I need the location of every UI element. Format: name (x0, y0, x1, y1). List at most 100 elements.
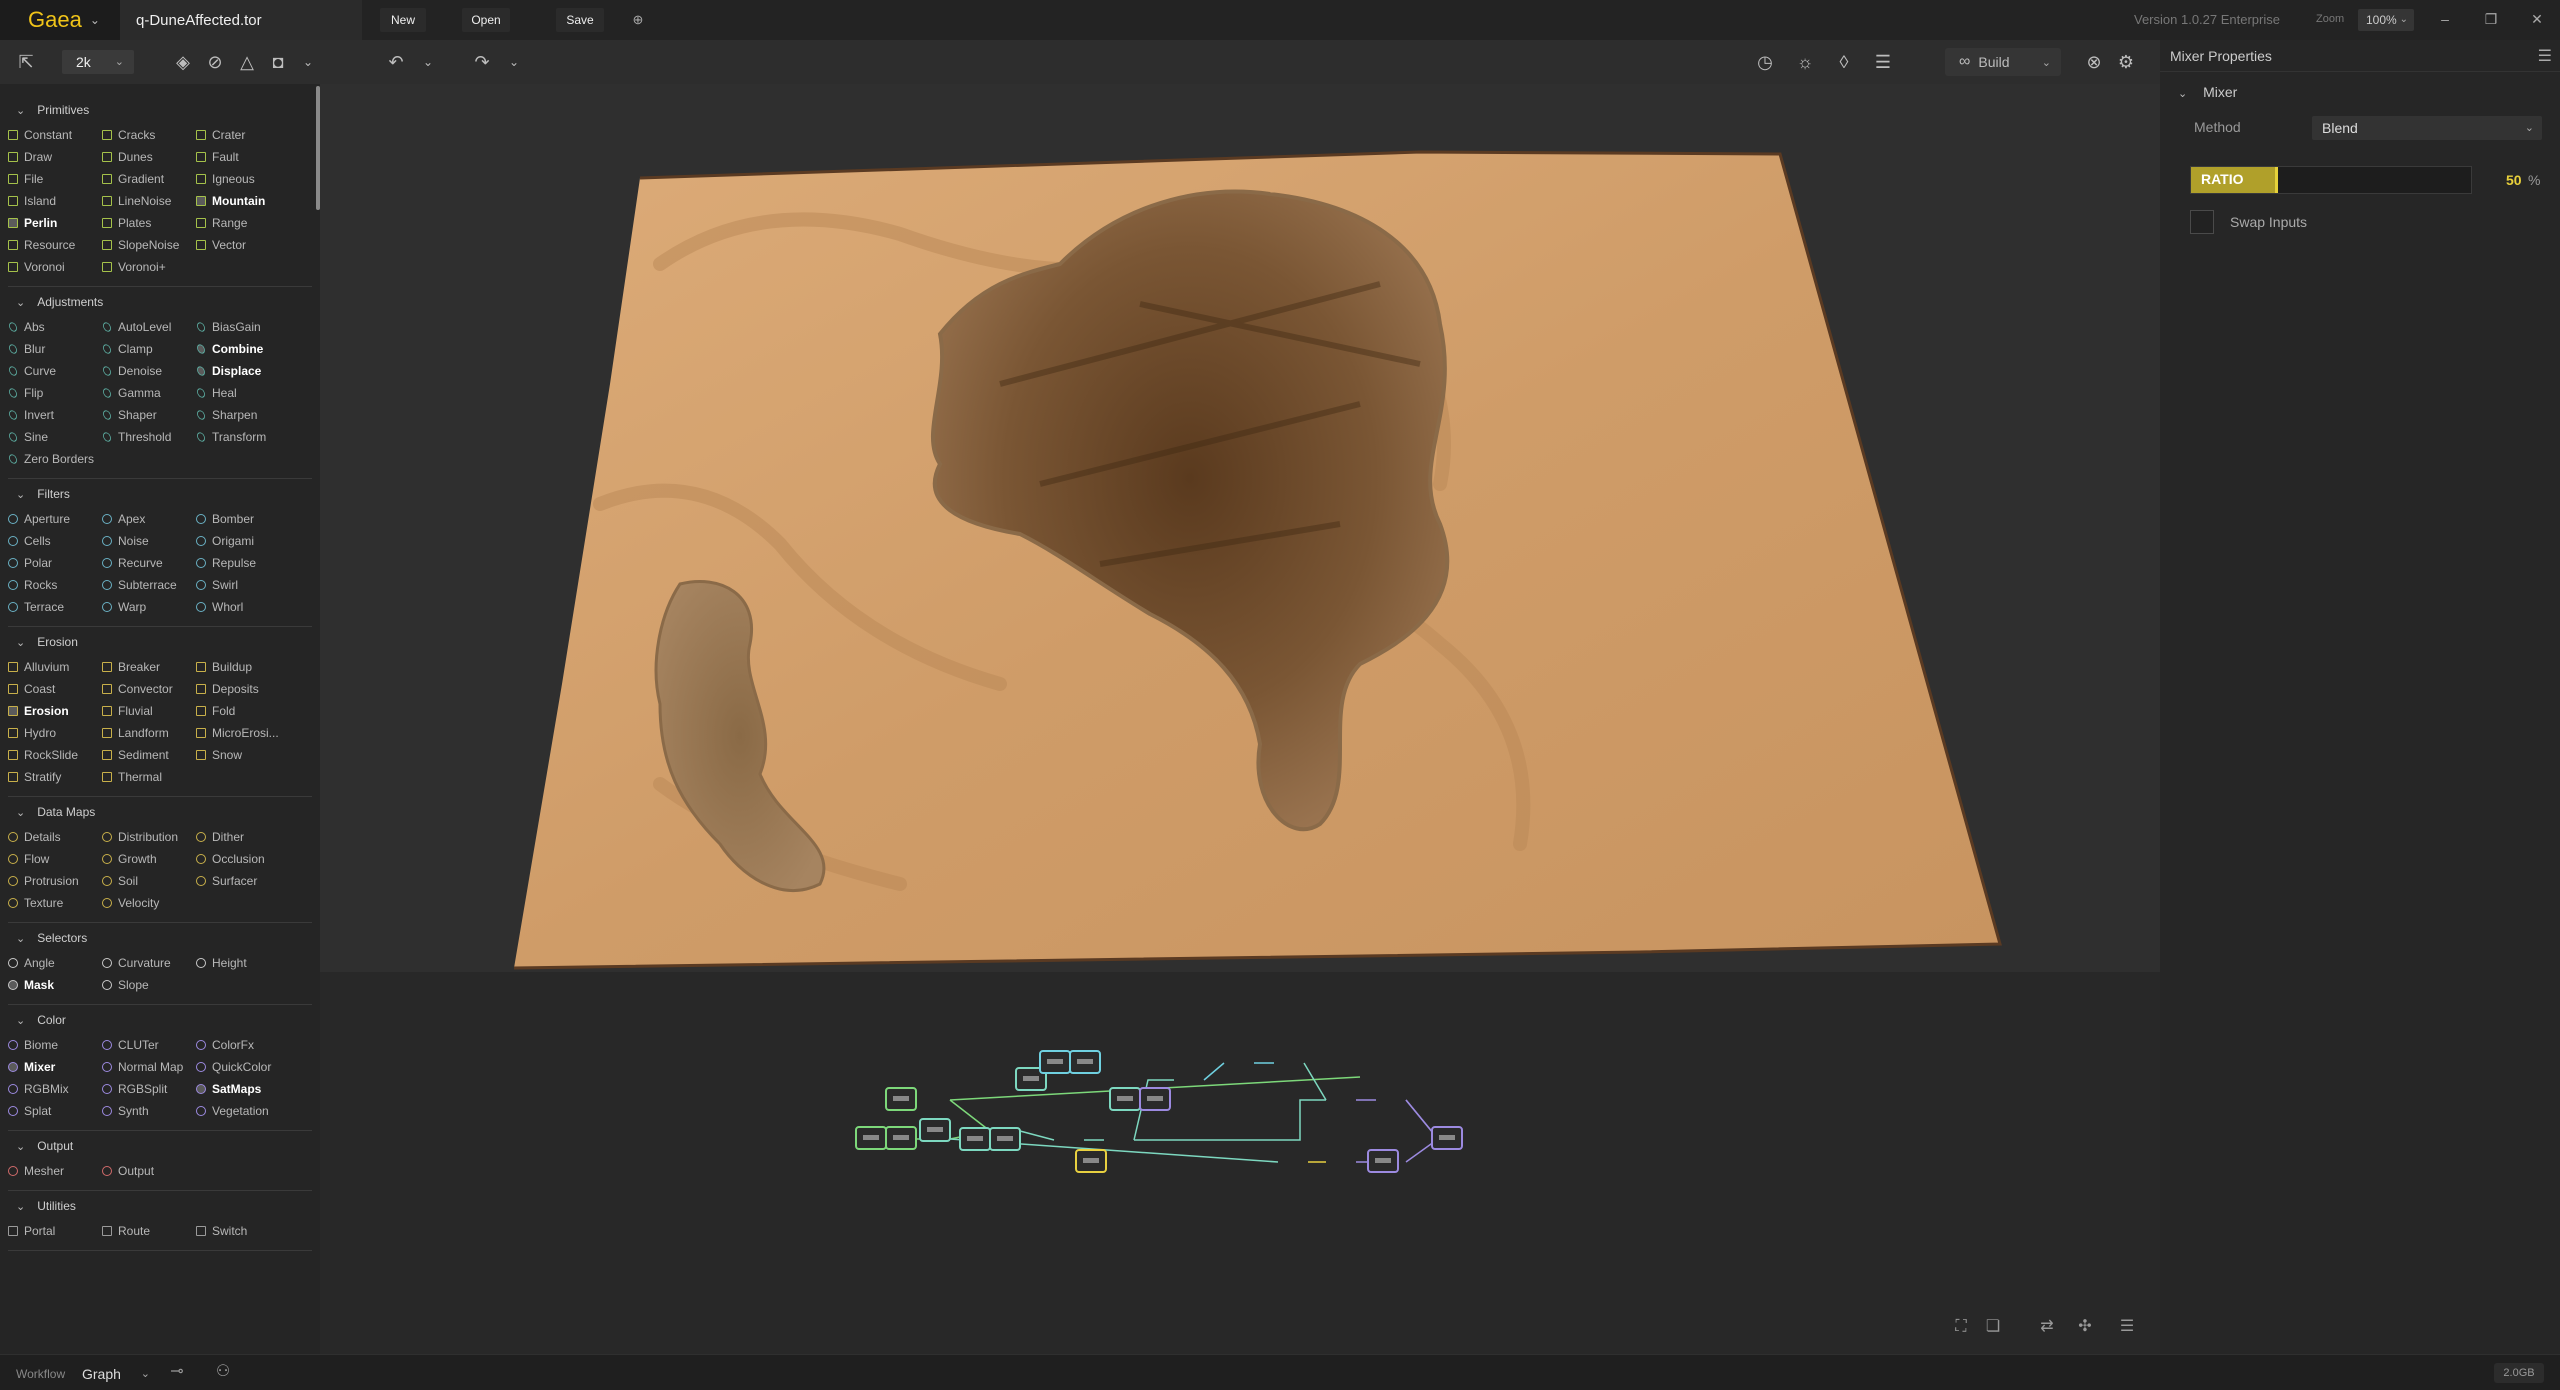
node-item-zero-borders[interactable]: Zero Borders (8, 448, 102, 470)
node-item-switch[interactable]: Switch (196, 1220, 290, 1242)
node-item-slope[interactable]: Slope (102, 974, 196, 996)
graph-node[interactable] (1069, 1050, 1101, 1074)
node-item-thermal[interactable]: Thermal (102, 766, 196, 788)
category-header[interactable]: ⌄ Selectors (0, 928, 320, 948)
node-item-distribution[interactable]: Distribution (102, 826, 196, 848)
node-item-flow[interactable]: Flow (8, 848, 102, 870)
menu-icon[interactable]: ☰ (2116, 1316, 2138, 1338)
node-item-heal[interactable]: Heal (196, 382, 290, 404)
node-item-convector[interactable]: Convector (102, 678, 196, 700)
node-item-landform[interactable]: Landform (102, 722, 196, 744)
category-header[interactable]: ⌄ Utilities (0, 1196, 320, 1216)
node-item-sine[interactable]: Sine (8, 426, 102, 448)
graph-node[interactable] (1367, 1149, 1399, 1173)
node-item-colorfx[interactable]: ColorFx (196, 1034, 290, 1056)
node-item-occlusion[interactable]: Occlusion (196, 848, 290, 870)
node-item-repulse[interactable]: Repulse (196, 552, 290, 574)
graph-node[interactable] (1075, 1149, 1107, 1173)
node-item-erosion[interactable]: Erosion (8, 700, 102, 722)
ratio-value[interactable]: 50 (2506, 172, 2522, 188)
node-item-output[interactable]: Output (102, 1160, 196, 1182)
category-header[interactable]: ⌄ Filters (0, 484, 320, 504)
node-item-satmaps[interactable]: SatMaps (196, 1078, 290, 1100)
node-item-breaker[interactable]: Breaker (102, 656, 196, 678)
minimize-icon[interactable]: – (2434, 8, 2456, 30)
graph-node[interactable] (1139, 1087, 1171, 1111)
node-item-displace[interactable]: Displace (196, 360, 290, 382)
node-item-flip[interactable]: Flip (8, 382, 102, 404)
node-item-vegetation[interactable]: Vegetation (196, 1100, 290, 1122)
export-icon[interactable]: ⇱ (14, 50, 38, 74)
node-item-dunes[interactable]: Dunes (102, 146, 196, 168)
node-item-protrusion[interactable]: Protrusion (8, 870, 102, 892)
category-header[interactable]: ⌄ Adjustments (0, 292, 320, 312)
node-item-polar[interactable]: Polar (8, 552, 102, 574)
node-item-gamma[interactable]: Gamma (102, 382, 196, 404)
copy-icon[interactable]: ❏ (1982, 1316, 2004, 1338)
graph-node[interactable] (919, 1118, 951, 1142)
node-item-shaper[interactable]: Shaper (102, 404, 196, 426)
node-item-apex[interactable]: Apex (102, 508, 196, 530)
open-button[interactable]: Open (462, 8, 510, 32)
node-item-biome[interactable]: Biome (8, 1034, 102, 1056)
node-item-buildup[interactable]: Buildup (196, 656, 290, 678)
node-item-rocks[interactable]: Rocks (8, 574, 102, 596)
chevron-down-icon[interactable]: ⌄ (296, 50, 320, 74)
redo-icon[interactable]: ↷ (470, 50, 494, 74)
node-item-biasgain[interactable]: BiasGain (196, 316, 290, 338)
workflow-select[interactable]: Graph ⌄ (82, 1363, 152, 1385)
category-header[interactable]: ⌄ Erosion (0, 632, 320, 652)
node-item-rockslide[interactable]: RockSlide (8, 744, 102, 766)
graph-node[interactable] (989, 1127, 1021, 1151)
node-item-microerosi-[interactable]: MicroErosi... (196, 722, 290, 744)
save-button[interactable]: Save (556, 8, 604, 32)
node-item-fault[interactable]: Fault (196, 146, 290, 168)
node-item-sediment[interactable]: Sediment (102, 744, 196, 766)
node-item-voronoi-[interactable]: Voronoi+ (102, 256, 196, 278)
node-item-mesher[interactable]: Mesher (8, 1160, 102, 1182)
node-item-linenoise[interactable]: LineNoise (102, 190, 196, 212)
node-item-island[interactable]: Island (8, 190, 102, 212)
settings-chip-icon[interactable]: ⚙ (2114, 50, 2138, 74)
ratio-slider-handle[interactable] (2275, 167, 2278, 193)
node-item-transform[interactable]: Transform (196, 426, 290, 448)
node-item-subterrace[interactable]: Subterrace (102, 574, 196, 596)
category-header[interactable]: ⌄ Output (0, 1136, 320, 1156)
graph-node[interactable] (855, 1126, 887, 1150)
node-item-height[interactable]: Height (196, 952, 290, 974)
node-item-file[interactable]: File (8, 168, 102, 190)
node-item-soil[interactable]: Soil (102, 870, 196, 892)
undo-icon[interactable]: ↶ (384, 50, 408, 74)
node-item-plates[interactable]: Plates (102, 212, 196, 234)
node-item-growth[interactable]: Growth (102, 848, 196, 870)
node-item-vector[interactable]: Vector (196, 234, 290, 256)
node-item-curve[interactable]: Curve (8, 360, 102, 382)
node-item-portal[interactable]: Portal (8, 1220, 102, 1242)
node-item-perlin[interactable]: Perlin (8, 212, 102, 234)
node-item-invert[interactable]: Invert (8, 404, 102, 426)
resolution-select[interactable]: 2k ⌄ (62, 50, 134, 74)
section-mixer[interactable]: ⌄ Mixer (2178, 84, 2237, 100)
node-item-curvature[interactable]: Curvature (102, 952, 196, 974)
build-button[interactable]: ∞ Build ⌄ (1945, 48, 2061, 76)
node-graph[interactable]: ⊘ ⟳ ⇪ ◎ ✲ ∞ ⊸ ⑂ ⊰ ⛶ ❏ ⇄ ✣ ☰ (320, 972, 2304, 1354)
node-item-noise[interactable]: Noise (102, 530, 196, 552)
app-menu-button[interactable]: Gaea ⌄ (0, 0, 120, 40)
node-item-autolevel[interactable]: AutoLevel (102, 316, 196, 338)
node-item-slopenoise[interactable]: SlopeNoise (102, 234, 196, 256)
category-header[interactable]: ⌄ Primitives (0, 100, 320, 120)
node-item-mask[interactable]: Mask (8, 974, 102, 996)
graph-node[interactable] (885, 1126, 917, 1150)
node-item-rgbsplit[interactable]: RGBSplit (102, 1078, 196, 1100)
node-item-route[interactable]: Route (102, 1220, 196, 1242)
node-item-range[interactable]: Range (196, 212, 290, 234)
category-header[interactable]: ⌄ Data Maps (0, 802, 320, 822)
node-item-cracks[interactable]: Cracks (102, 124, 196, 146)
swap-inputs-checkbox[interactable] (2190, 210, 2214, 234)
node-item-velocity[interactable]: Velocity (102, 892, 196, 914)
node-item-combine[interactable]: Combine (196, 338, 290, 360)
hamburger-menu-icon[interactable]: ☰ (2538, 46, 2552, 66)
triangle-icon[interactable]: △ (235, 50, 259, 74)
node-item-denoise[interactable]: Denoise (102, 360, 196, 382)
node-item-snow[interactable]: Snow (196, 744, 290, 766)
